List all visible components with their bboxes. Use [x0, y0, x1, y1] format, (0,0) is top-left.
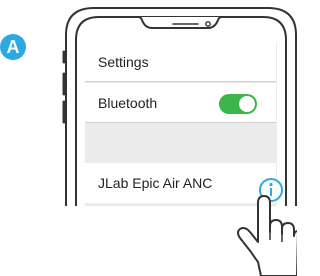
- toggle-knob: [239, 96, 255, 112]
- settings-header-row: Settings: [85, 42, 276, 82]
- device-row[interactable]: JLab Epic Air ANC: [85, 163, 276, 203]
- device-name: JLab Epic Air ANC: [98, 175, 213, 191]
- page-title: Settings: [98, 53, 149, 70]
- bluetooth-label: Bluetooth: [98, 94, 158, 111]
- bluetooth-row[interactable]: Bluetooth: [85, 83, 276, 123]
- bluetooth-toggle[interactable]: [219, 94, 257, 114]
